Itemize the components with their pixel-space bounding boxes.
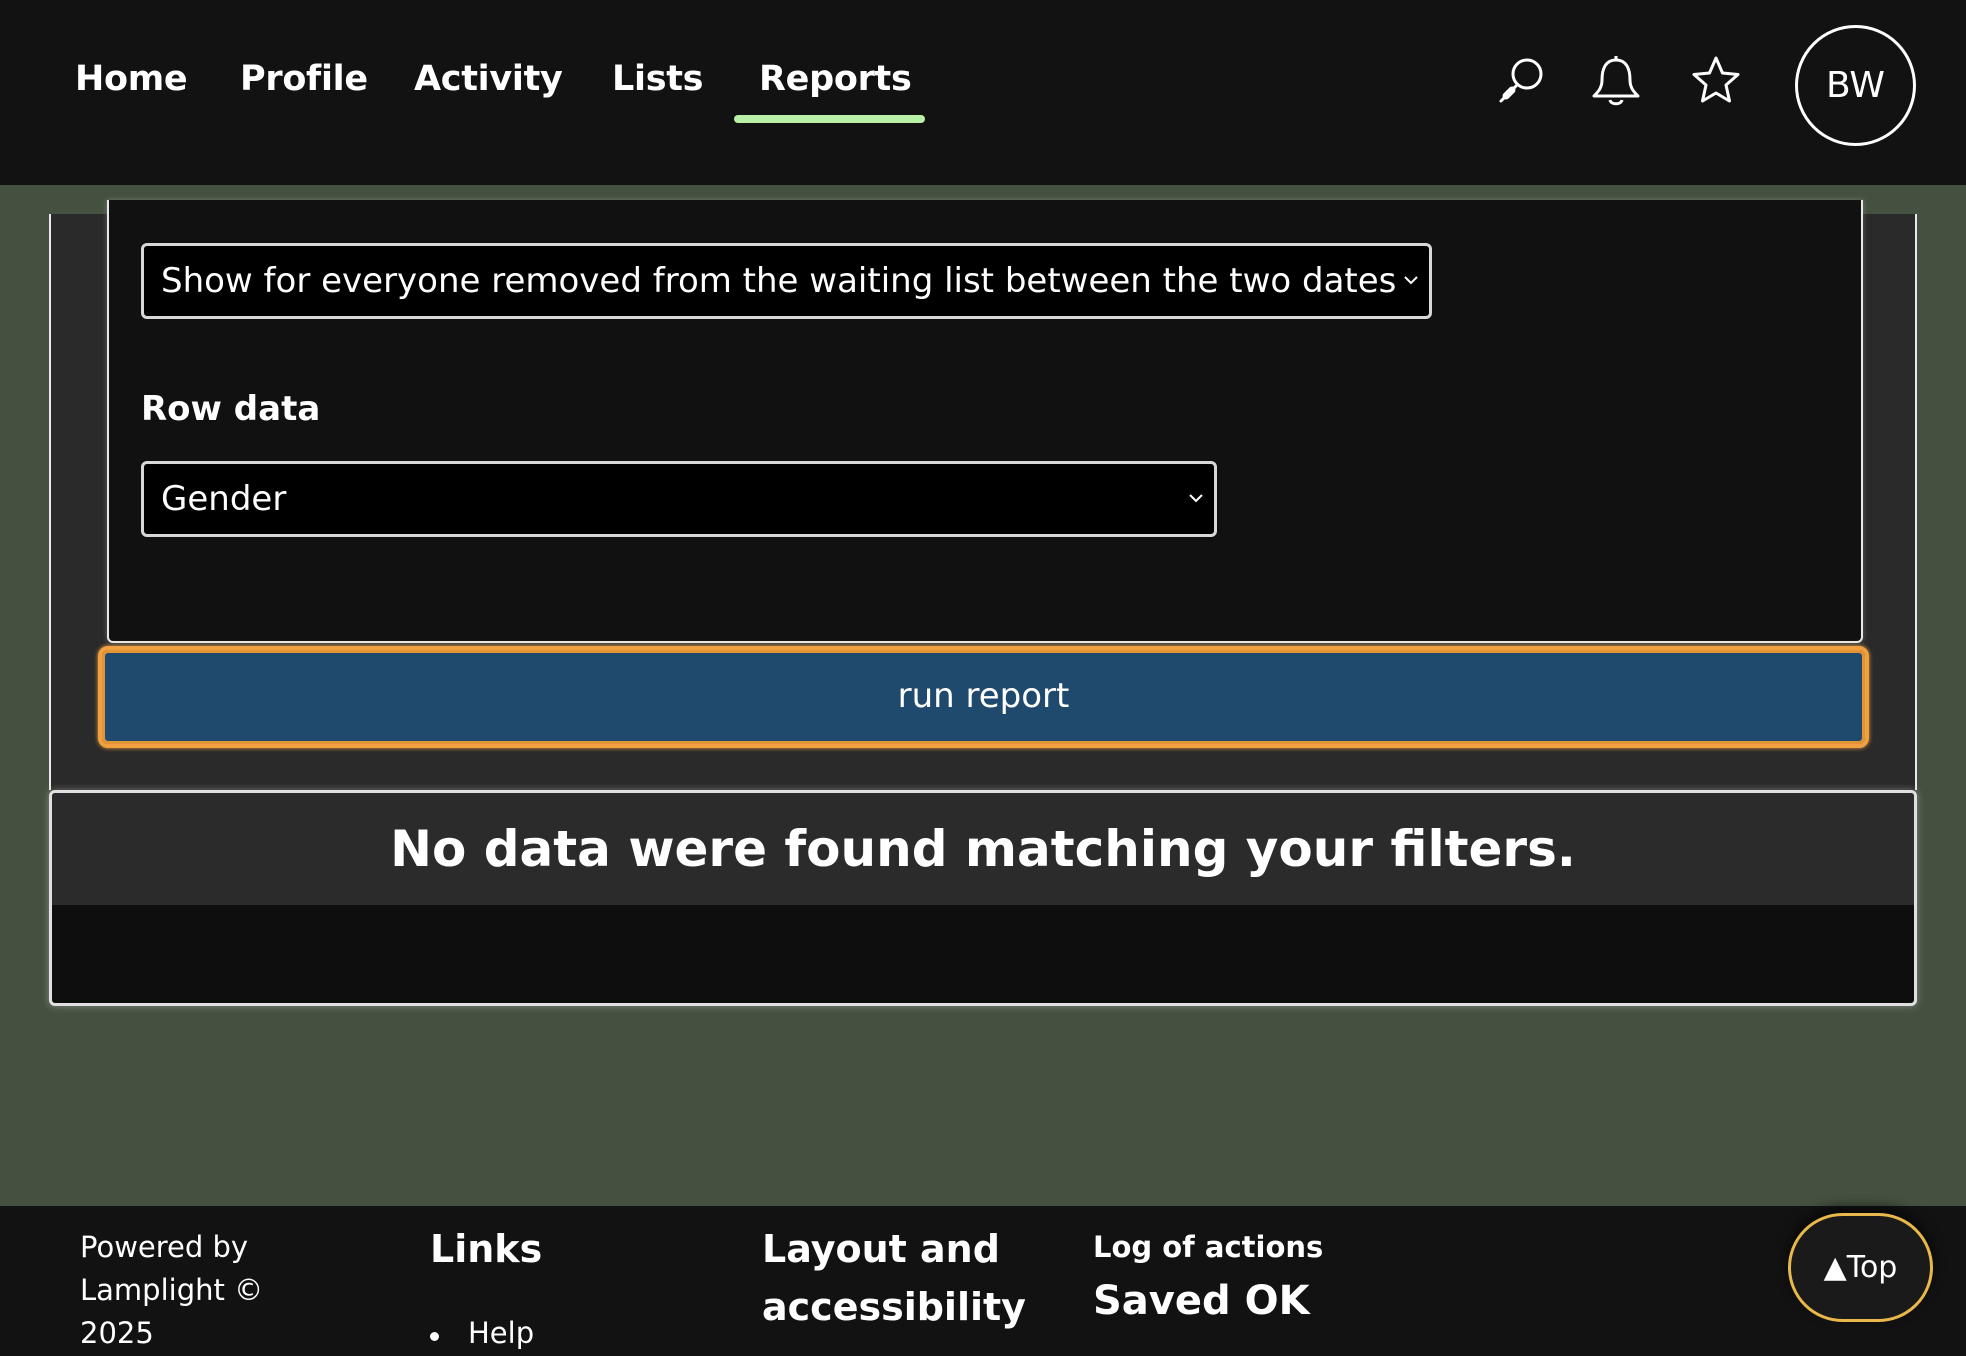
row-data-select-value: Gender: [161, 479, 287, 519]
footer-link-help[interactable]: Help: [430, 1316, 534, 1350]
scope-select-value: Show for everyone removed from the waiti…: [161, 261, 1397, 301]
star-icon[interactable]: [1686, 52, 1746, 112]
row-data-label: Row data: [141, 389, 321, 429]
nav-reports[interactable]: Reports: [759, 57, 912, 101]
nav-profile[interactable]: Profile: [240, 57, 368, 101]
nav-activity[interactable]: Activity: [414, 57, 563, 101]
footer-links-list: Help: [430, 1316, 534, 1350]
back-to-top-button[interactable]: ▲Top: [1788, 1213, 1933, 1322]
user-avatar[interactable]: BW: [1795, 25, 1916, 146]
scope-select[interactable]: Show for everyone removed from the waiti…: [141, 243, 1432, 319]
footer-links-heading: Links: [430, 1227, 543, 1271]
no-results-message: No data were found matching your filters…: [52, 793, 1914, 905]
results-panel: No data were found matching your filters…: [49, 790, 1917, 1006]
bell-icon[interactable]: [1586, 52, 1646, 112]
row-data-select[interactable]: Gender: [141, 461, 1217, 537]
log-status-value: Saved OK: [1093, 1278, 1310, 1324]
layout-accessibility-heading[interactable]: Layout and accessibility: [762, 1220, 1026, 1336]
nav-lists[interactable]: Lists: [612, 57, 704, 101]
log-of-actions-label[interactable]: Log of actions: [1093, 1230, 1323, 1264]
run-report-button[interactable]: run report: [98, 646, 1869, 748]
powered-by-text: Powered by Lamplight © 2025: [80, 1230, 264, 1350]
nav-active-indicator: [734, 115, 925, 123]
chevron-down-icon: [1189, 494, 1203, 503]
search-icon[interactable]: [1490, 52, 1550, 112]
chevron-down-icon: [1404, 276, 1418, 285]
footer: Powered by Lamplight © 2025 Links Help L…: [0, 1206, 1966, 1356]
nav-home[interactable]: Home: [75, 57, 188, 101]
top-navigation-bar: Home Profile Activity Lists Reports BW: [0, 0, 1966, 185]
